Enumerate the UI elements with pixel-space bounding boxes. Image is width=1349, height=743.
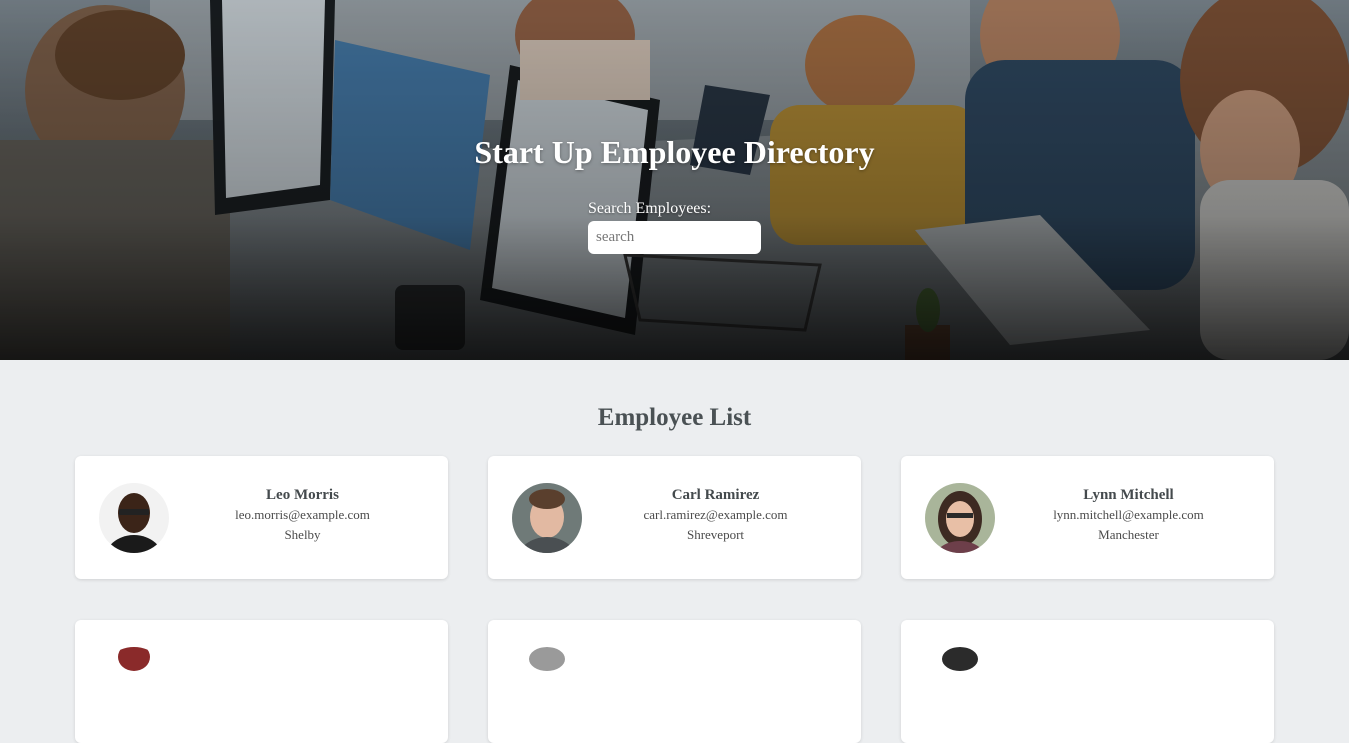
employee-avatar <box>99 483 169 553</box>
employee-card <box>488 620 861 743</box>
employee-info: Leo Morris leo.morris@example.com Shelby <box>180 485 425 545</box>
search-label: Search Employees: <box>588 200 712 217</box>
employee-list-title: Employee List <box>597 404 752 431</box>
hero-content: Start Up Employee Directory Search Emplo… <box>0 0 1349 360</box>
employee-avatar <box>512 483 582 553</box>
employee-card <box>75 620 448 743</box>
employee-list-section: Employee List Leo Morris leo.morris@exam… <box>0 360 1349 743</box>
employee-card <box>901 620 1274 743</box>
employee-city: Shelby <box>284 527 321 542</box>
employee-email: lynn.mitchell@example.com <box>1053 507 1204 522</box>
employee-name: Leo Morris <box>266 487 339 503</box>
employee-card: Leo Morris leo.morris@example.com Shelby <box>75 456 448 579</box>
employee-avatar <box>512 647 582 717</box>
employee-info: Carl Ramirez carl.ramirez@example.com Sh… <box>593 485 838 545</box>
hero-banner: Start Up Employee Directory Search Emplo… <box>0 0 1349 360</box>
employee-avatar <box>99 647 169 717</box>
employee-email: leo.morris@example.com <box>235 507 370 522</box>
page-title: Start Up Employee Directory <box>474 134 875 170</box>
employee-name: Carl Ramirez <box>671 487 760 503</box>
employee-card: Carl Ramirez carl.ramirez@example.com Sh… <box>488 456 861 579</box>
employee-info: Lynn Mitchell lynn.mitchell@example.com … <box>1006 485 1251 545</box>
employee-city: Manchester <box>1098 527 1159 542</box>
employee-avatar <box>925 647 995 717</box>
employee-city: Shreveport <box>686 527 745 542</box>
employee-name: Lynn Mitchell <box>1083 487 1174 503</box>
search-input[interactable] <box>588 221 761 254</box>
employee-card: Lynn Mitchell lynn.mitchell@example.com … <box>901 456 1274 579</box>
employee-email: carl.ramirez@example.com <box>643 507 788 522</box>
employee-avatar <box>925 483 995 553</box>
